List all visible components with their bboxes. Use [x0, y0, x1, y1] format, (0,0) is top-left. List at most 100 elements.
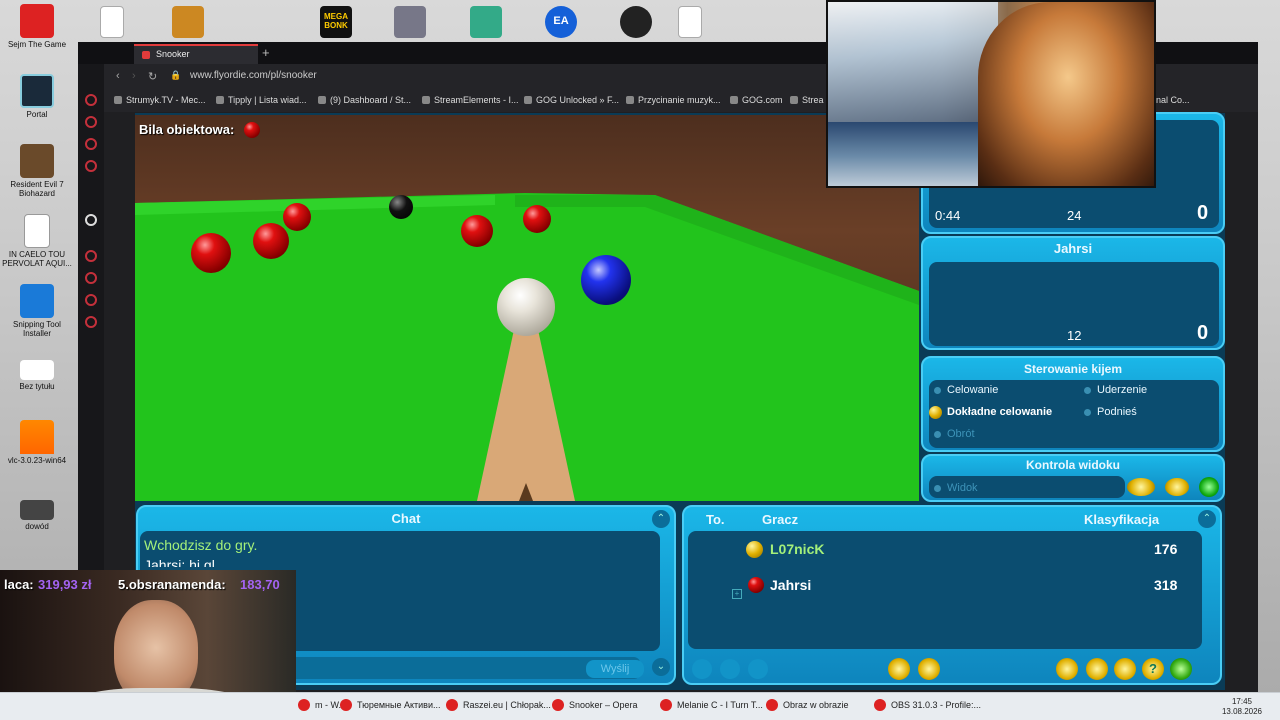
- tab-snooker[interactable]: Snooker: [134, 44, 258, 64]
- player-rating: 318: [1154, 577, 1178, 593]
- file-icon[interactable]: [100, 6, 124, 38]
- precise-aim-option[interactable]: Dokładne celowanie: [947, 406, 1052, 418]
- back-icon[interactable]: ‹: [116, 70, 120, 82]
- chat-bubble-icon[interactable]: [1114, 658, 1136, 680]
- ea-app-icon[interactable]: EA: [545, 6, 577, 38]
- spin-option[interactable]: Obrót: [947, 428, 975, 440]
- player2-score: 0: [1197, 322, 1209, 344]
- strike-option[interactable]: Uderzenie: [1097, 384, 1147, 396]
- reload-icon[interactable]: ↻: [148, 70, 157, 83]
- chat-expand-icon[interactable]: ⌄: [652, 658, 670, 676]
- desktop-icon-label: vlc-3.0.23-win64: [7, 456, 67, 465]
- invite-icon[interactable]: [720, 659, 740, 679]
- bookmark-item[interactable]: Strea: [790, 95, 824, 105]
- donation-amount: 319,93 zł: [38, 577, 92, 592]
- sidebar-icon[interactable]: [85, 250, 97, 262]
- bookmark-item[interactable]: Przycinanie muzyk...: [626, 95, 721, 105]
- red-ball: [283, 203, 311, 231]
- sidebar-icon[interactable]: [85, 138, 97, 150]
- maps-icon[interactable]: [470, 6, 502, 38]
- portal-app-icon: [20, 74, 54, 108]
- black-ball: [389, 195, 413, 219]
- desktop-icon-sejm[interactable]: Sejm The Game: [2, 4, 72, 49]
- add-friend-icon[interactable]: +: [732, 589, 742, 599]
- view-radio[interactable]: [934, 485, 941, 492]
- table-view-icon[interactable]: [1199, 477, 1219, 497]
- object-ball-red-icon: [244, 122, 260, 138]
- aim-radio[interactable]: [934, 387, 941, 394]
- strike-radio[interactable]: [1084, 387, 1091, 394]
- new-tab-button[interactable]: +: [262, 45, 270, 60]
- desktop-icon-snipping-tool[interactable]: Snipping Tool Installer: [2, 284, 72, 338]
- lock-icon[interactable]: [748, 659, 768, 679]
- taskbar-app[interactable]: OBS 31.0.3 - Profile:...: [874, 699, 981, 711]
- url-field[interactable]: www.flyordie.com/pl/snooker: [190, 70, 317, 81]
- settings-icon[interactable]: [85, 316, 97, 328]
- bookmark-item[interactable]: StreamElements - I...: [422, 95, 519, 105]
- desktop-icon-bez-tytulu[interactable]: Bez tytułu: [2, 360, 72, 391]
- exit-icon[interactable]: [1170, 658, 1192, 680]
- taskbar-app[interactable]: Obraz w obrazie: [766, 699, 849, 711]
- forward-icon[interactable]: ›: [132, 70, 136, 82]
- bookmark-item[interactable]: GOG Unlocked » F...: [524, 95, 619, 105]
- player-row-jahrsi[interactable]: + Jahrsi 318: [688, 569, 1202, 599]
- settings-icon[interactable]: [888, 658, 910, 680]
- game-icon[interactable]: [172, 6, 204, 38]
- pan-icon[interactable]: [1165, 478, 1189, 496]
- system-clock[interactable]: 17:45 13.08.2026: [1222, 697, 1262, 717]
- taskbar-app[interactable]: Raszei.eu | Chłopak...: [446, 699, 551, 711]
- chat-collapse-icon[interactable]: ⌃: [652, 510, 670, 528]
- bookmark-item[interactable]: Strumyk.TV - Mec...: [114, 95, 206, 105]
- taskbar-app-snooker[interactable]: Snooker – Opera: [552, 699, 638, 711]
- desktop-icon-document[interactable]: IN CAELO TOU PERVOLAT AQUI...: [2, 214, 72, 268]
- raise-radio[interactable]: [1084, 409, 1091, 416]
- bookmark-item[interactable]: (9) Dashboard / St...: [318, 95, 411, 105]
- player2-name: Jahrsi: [1053, 241, 1093, 256]
- sidebar-icon[interactable]: [85, 294, 97, 306]
- obs-icon[interactable]: [620, 6, 652, 38]
- desktop-icon-portal[interactable]: Portal: [2, 74, 72, 119]
- aim-option[interactable]: Celowanie: [947, 384, 998, 396]
- desktop-icon-label: Sejm The Game: [7, 40, 67, 49]
- desktop-icon-dowod[interactable]: dowód: [2, 500, 72, 531]
- sidebar-icon[interactable]: [85, 160, 97, 172]
- taskbar-app[interactable]: Melanie C - I Turn T...: [660, 699, 763, 711]
- bookmark-item[interactable]: Tipply | Lista wiad...: [216, 95, 307, 105]
- view-control-panel: Kontrola widoku Widok: [921, 454, 1225, 502]
- precise-aim-radio[interactable]: [929, 406, 942, 419]
- desktop-icon-vlc[interactable]: vlc-3.0.23-win64: [2, 420, 72, 465]
- yellow-ball-icon: [746, 541, 763, 558]
- sidebar-icon[interactable]: [85, 116, 97, 128]
- zoom-icon[interactable]: [1127, 478, 1155, 496]
- photo-icon[interactable]: [394, 6, 426, 38]
- player-row-l07nick[interactable]: L07nicK 176: [688, 535, 1202, 565]
- history-icon[interactable]: [85, 272, 97, 284]
- vlc-cone-icon: [20, 420, 54, 454]
- desktop-icon-label: Resident Evil 7 Biohazard: [10, 180, 64, 198]
- file-icon[interactable]: [678, 6, 702, 38]
- snooker-table-view[interactable]: Bila obiektowa:: [135, 115, 919, 501]
- blue-ball: [581, 255, 631, 305]
- red-ball: [461, 215, 493, 247]
- desktop-icon-resident-evil[interactable]: Resident Evil 7 Biohazard: [2, 144, 72, 198]
- taskbar-app[interactable]: Тюремные Активи...: [340, 699, 441, 711]
- table-list-icon[interactable]: [1056, 658, 1078, 680]
- raise-option[interactable]: Podnieś: [1097, 406, 1137, 418]
- help-icon[interactable]: ?: [1142, 658, 1164, 680]
- bookmark-item[interactable]: GOG.com: [730, 95, 783, 105]
- mega-bonk-icon[interactable]: MEGA BONK: [320, 6, 352, 38]
- view-option[interactable]: Widok: [947, 482, 978, 494]
- tab-title: Snooker: [156, 49, 190, 59]
- send-button[interactable]: Wyślij: [586, 660, 644, 678]
- trophy-icon[interactable]: [1086, 658, 1108, 680]
- spin-radio[interactable]: [934, 431, 941, 438]
- sidebar-icon[interactable]: [85, 94, 97, 106]
- sound-icon[interactable]: [918, 658, 940, 680]
- taskbar-app[interactable]: m - W...: [298, 699, 346, 711]
- profile-icon[interactable]: [692, 659, 712, 679]
- players-collapse-icon[interactable]: ⌃: [1198, 510, 1216, 528]
- break-points: 24: [1067, 208, 1082, 223]
- x-icon[interactable]: [85, 214, 97, 226]
- video-rock: [978, 2, 1154, 186]
- picture-in-picture-video[interactable]: [826, 0, 1156, 188]
